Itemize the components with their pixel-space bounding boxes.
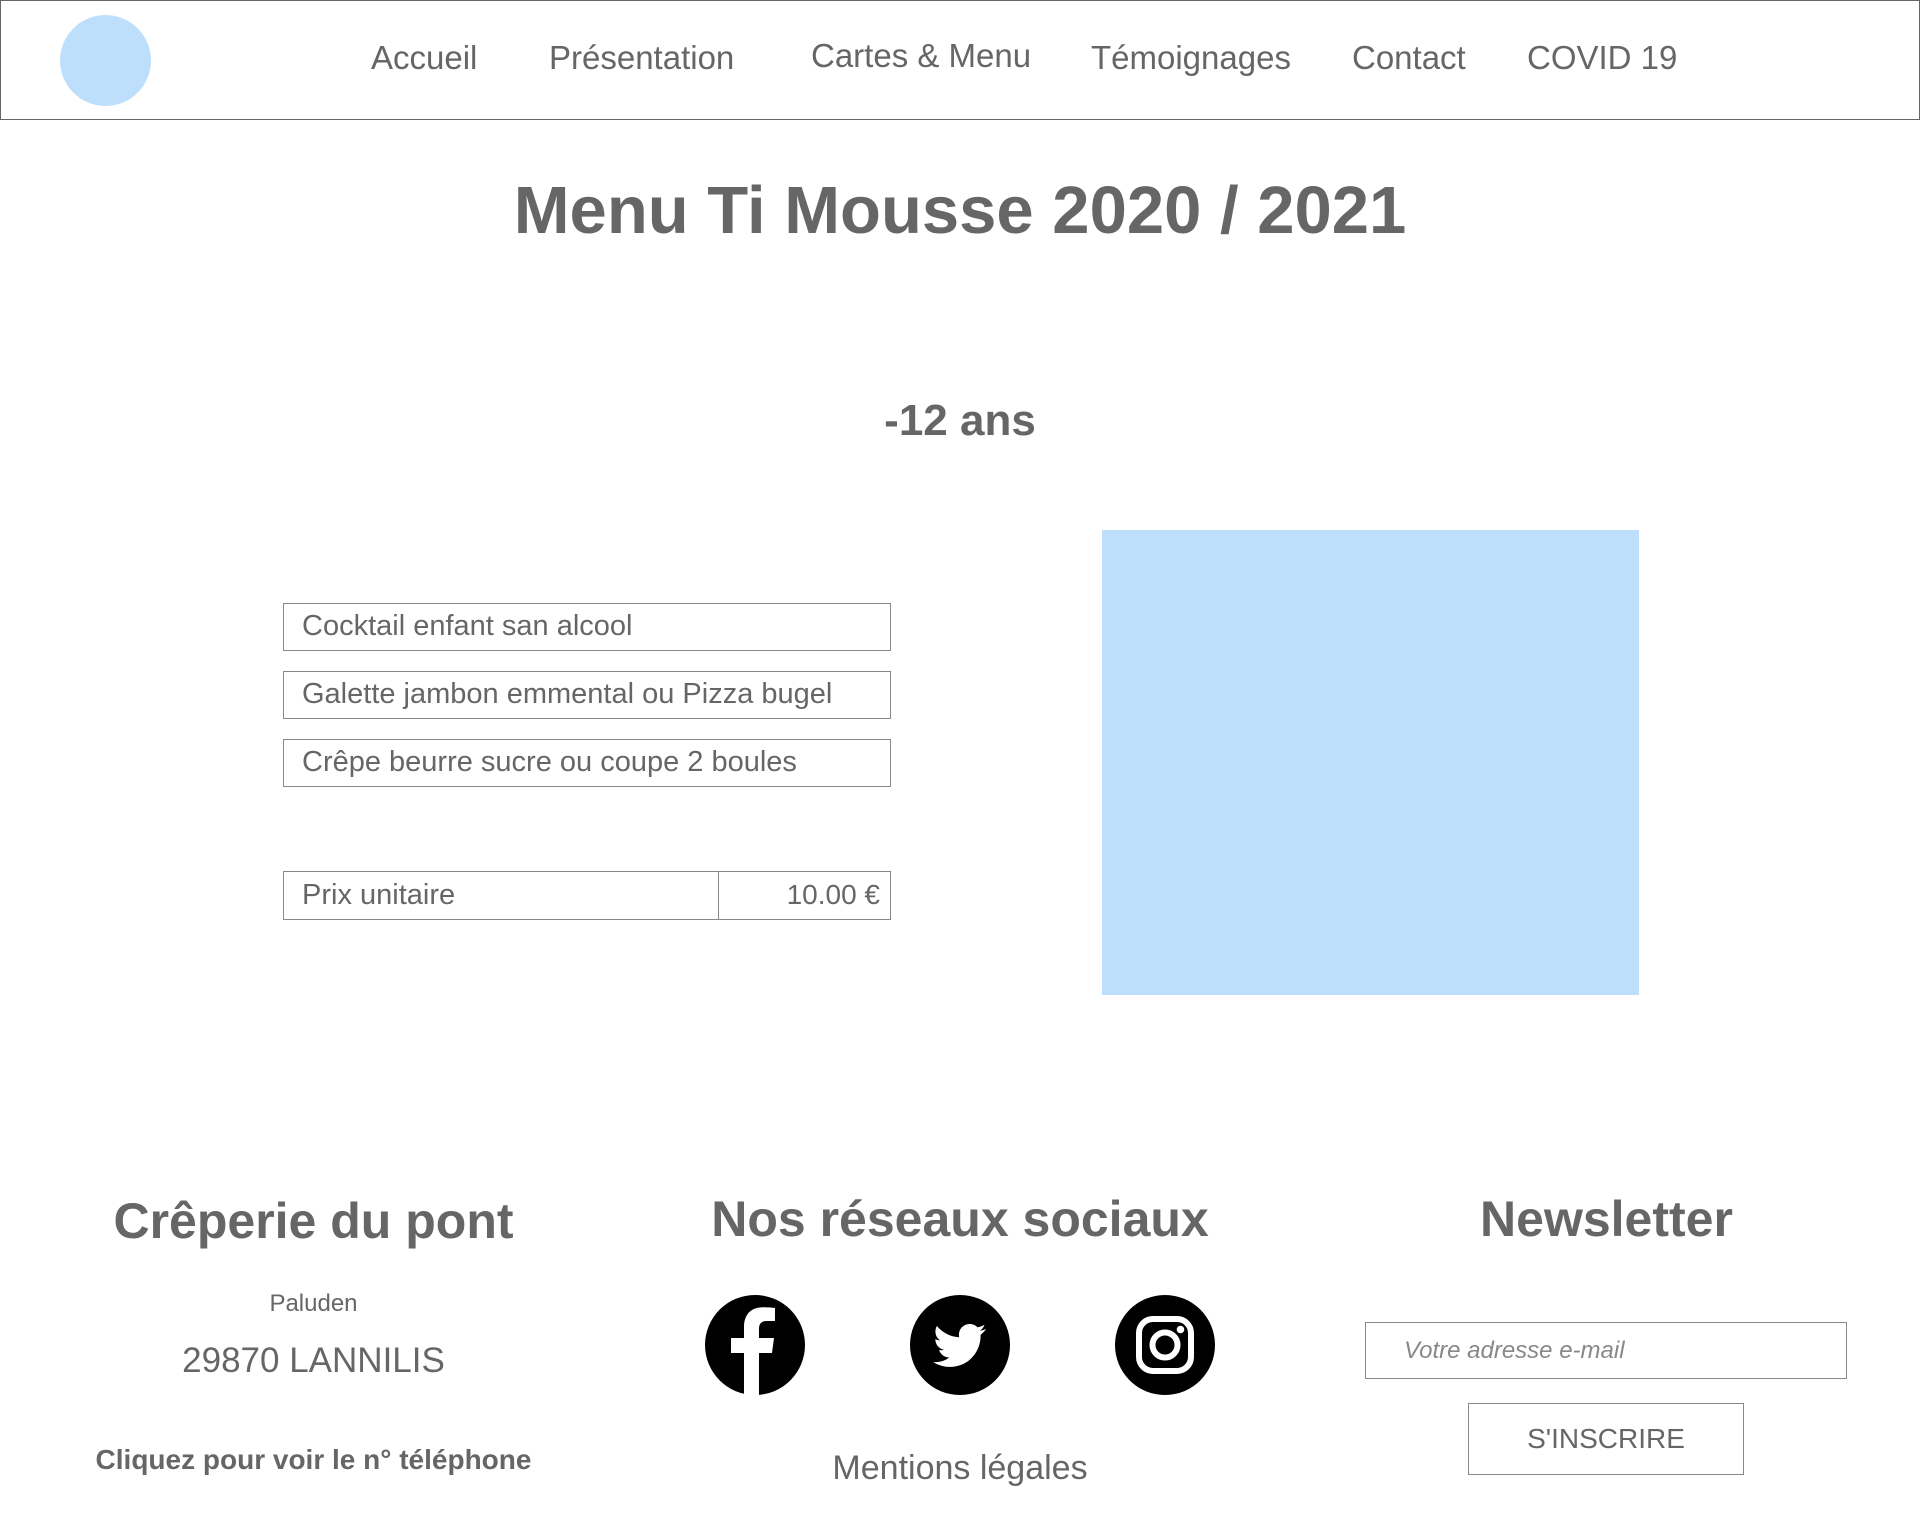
price-row: Prix unitaire 10.00 € bbox=[283, 871, 891, 920]
section-title: -12 ans bbox=[884, 396, 1036, 445]
facebook-icon[interactable] bbox=[705, 1295, 805, 1395]
nav-item-covid19[interactable]: COVID 19 bbox=[1527, 39, 1677, 77]
nav-item-contact[interactable]: Contact bbox=[1352, 39, 1466, 77]
address-city: 29870 LANNILIS bbox=[182, 1341, 445, 1380]
subscribe-button[interactable]: S'INSCRIRE bbox=[1468, 1403, 1744, 1475]
page-title: Menu Ti Mousse 2020 / 2021 bbox=[513, 173, 1407, 248]
instagram-icon[interactable] bbox=[1115, 1295, 1215, 1395]
menu-item: Crêpe beurre sucre ou coupe 2 boules bbox=[283, 739, 891, 787]
address-locality: Paluden bbox=[269, 1290, 358, 1317]
nav-item-presentation[interactable]: Présentation bbox=[549, 39, 734, 77]
header-bar: Accueil Présentation Cartes & Menu Témoi… bbox=[0, 0, 1920, 120]
twitter-icon[interactable] bbox=[910, 1295, 1010, 1395]
price-value: 10.00 € bbox=[786, 879, 880, 910]
logo-placeholder[interactable] bbox=[60, 15, 151, 106]
newsletter-email-input[interactable] bbox=[1365, 1322, 1847, 1379]
newsletter-heading: Newsletter bbox=[1480, 1191, 1733, 1247]
nav-item-temoignages[interactable]: Témoignages bbox=[1091, 39, 1291, 77]
price-label: Prix unitaire bbox=[284, 872, 719, 919]
menu-item: Cocktail enfant san alcool bbox=[283, 603, 891, 651]
menu-item: Galette jambon emmental ou Pizza bugel bbox=[283, 671, 891, 719]
nav-item-cartes-menu[interactable]: Cartes & Menu bbox=[811, 37, 1031, 75]
menu-image-placeholder bbox=[1102, 530, 1639, 995]
nav-item-accueil[interactable]: Accueil bbox=[371, 39, 477, 77]
